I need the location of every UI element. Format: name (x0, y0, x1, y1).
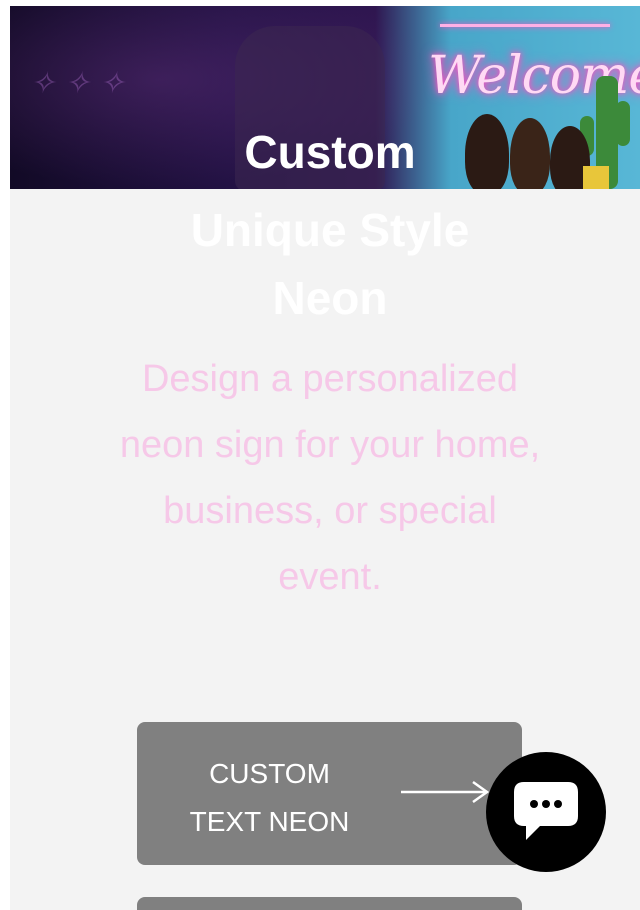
chat-button[interactable] (486, 752, 606, 872)
chat-bubble-icon (514, 782, 578, 840)
description-text: Design a personalized neon sign for your… (119, 358, 541, 598)
button-label-line-1: CUSTOM (209, 758, 330, 789)
arrow-right-icon (401, 780, 490, 804)
page: ✧ ✧ ✧ Welcome Custom Unique Style Neon D… (0, 0, 640, 910)
secondary-button[interactable] (137, 897, 522, 910)
headline-line-2: Neon (272, 272, 388, 324)
headline: Unique Style Neon (130, 196, 530, 332)
neon-tube (440, 24, 610, 27)
faint-neon-sign: ✧ ✧ ✧ (30, 66, 125, 101)
button-label: CUSTOM TEXT NEON (177, 750, 362, 846)
hero-title: Custom (244, 126, 416, 178)
headline-line-1: Unique Style (190, 204, 470, 256)
button-label-line-2: TEXT NEON (189, 806, 350, 837)
custom-text-neon-button[interactable]: CUSTOM TEXT NEON (137, 722, 522, 865)
